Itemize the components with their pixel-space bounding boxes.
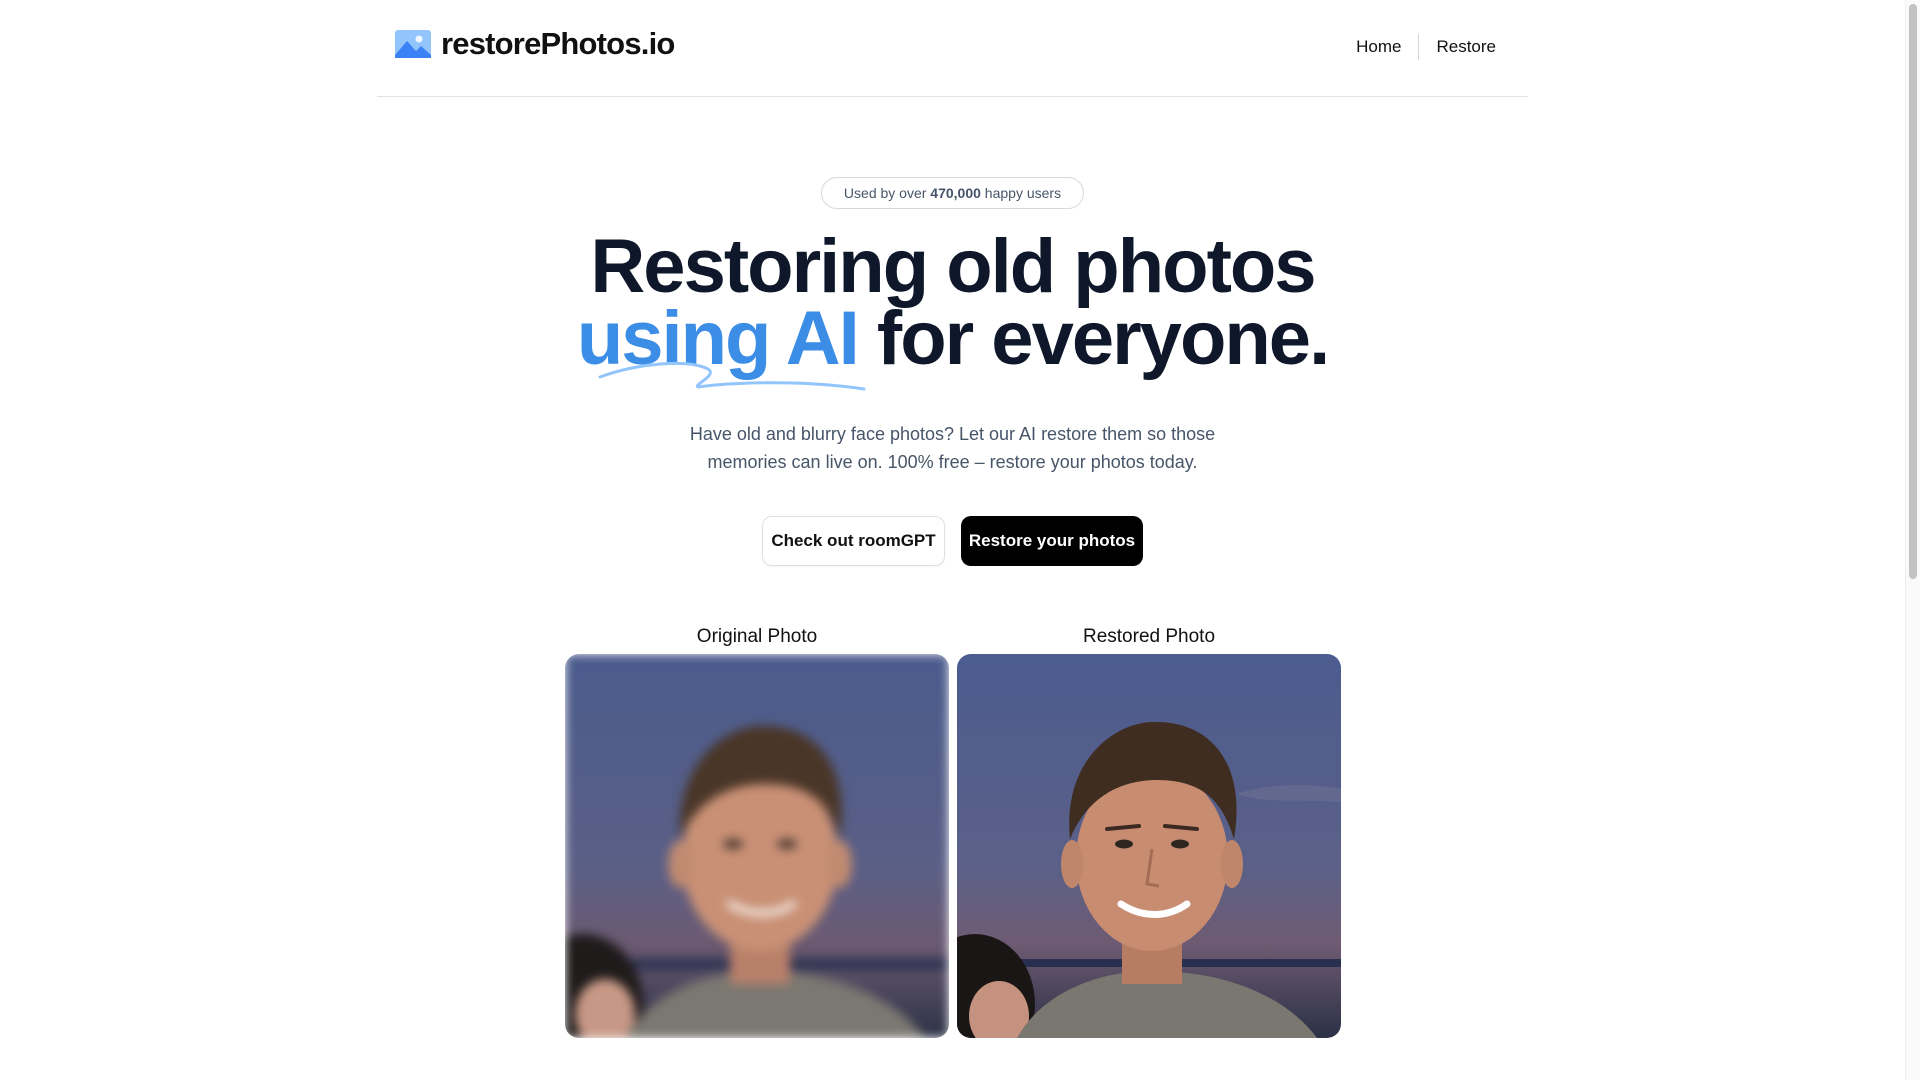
restored-photo-label: Restored Photo [1082, 626, 1216, 647]
nav-home-link[interactable]: Home [1356, 37, 1401, 57]
headline-line-2: using AI for everyone. [0, 301, 1905, 377]
logo[interactable]: restorePhotos.io [395, 26, 675, 62]
hero-subtitle: Have old and blurry face photos? Let our… [0, 420, 1905, 476]
nav-divider [1418, 34, 1420, 60]
badge-prefix: Used by over [843, 185, 931, 201]
roomgpt-button[interactable]: Check out roomGPT [762, 516, 945, 566]
image-icon [395, 30, 431, 58]
underline-squiggle [598, 361, 866, 391]
badge-suffix: happy users [980, 185, 1062, 201]
site-header: restorePhotos.io Home Restore [377, 0, 1528, 97]
subtitle-line-2: memories can live on. 100% free – restor… [707, 452, 1198, 472]
scrollbar-thumb[interactable] [1909, 4, 1917, 579]
original-photo-label: Original Photo [696, 626, 818, 647]
logo-text: restorePhotos.io [441, 26, 675, 61]
users-badge: Used by over 470,000 happy users [821, 177, 1084, 209]
nav-restore-link[interactable]: Restore [1436, 37, 1496, 57]
subtitle-line-1: Have old and blurry face photos? Let our… [689, 424, 1216, 444]
original-photo [565, 654, 949, 1038]
scrollbar[interactable] [1905, 0, 1920, 1080]
main-nav: Home Restore [1356, 34, 1496, 60]
headline-line-1: Restoring old photos [590, 224, 1316, 309]
headline-rest: for everyone. [857, 296, 1330, 381]
restored-photo [957, 654, 1341, 1038]
restore-photos-button[interactable]: Restore your photos [961, 516, 1143, 566]
badge-count: 470,000 [930, 185, 981, 201]
